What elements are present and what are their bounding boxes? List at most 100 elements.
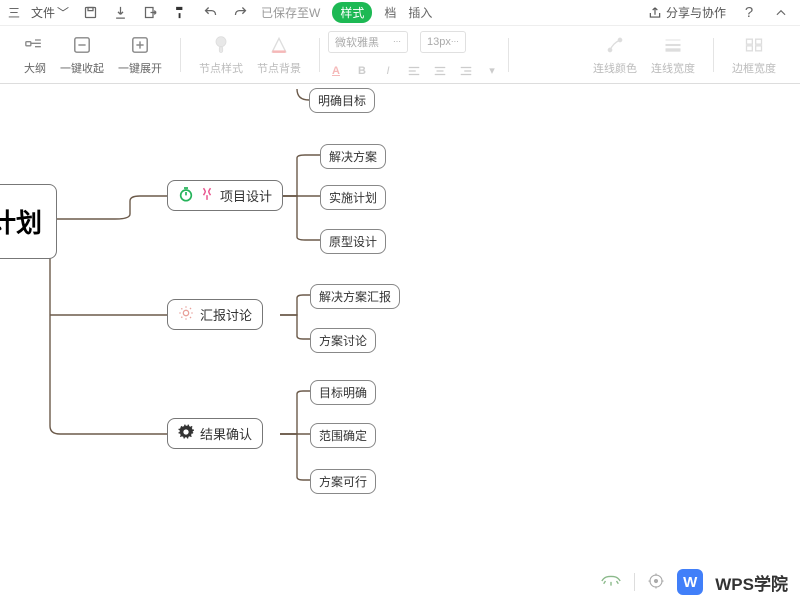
child-node[interactable]: 目标明确 [310, 380, 376, 405]
eye-icon[interactable] [600, 574, 622, 591]
branch-node[interactable]: 项目设计 [167, 180, 283, 211]
outline-group: 大纲 一键收起 一键展开 [14, 34, 172, 76]
node-style-group: 节点样式 节点背景 [189, 34, 311, 76]
italic-button[interactable]: I [380, 63, 396, 79]
divider [180, 38, 181, 72]
redo-icon[interactable] [231, 4, 249, 22]
share-label: 分享与协作 [666, 4, 726, 21]
line-width-label: 连线宽度 [651, 60, 695, 76]
undo-icon[interactable] [201, 4, 219, 22]
branch-node[interactable]: 结果确认 [167, 418, 263, 449]
align-right-button[interactable] [458, 63, 474, 79]
child-label: 明确目标 [318, 92, 366, 109]
font-name: 微软雅黑 [335, 34, 379, 50]
chevron-down-icon: ⋯ [451, 37, 459, 46]
menu-right: 分享与协作 ? [648, 4, 790, 22]
outline-icon [25, 34, 45, 56]
child-node[interactable]: 方案讨论 [310, 328, 376, 353]
child-label: 实施计划 [329, 189, 377, 206]
hamburger-icon[interactable]: 三 [8, 4, 19, 21]
child-label: 原型设计 [329, 233, 377, 250]
tab-style[interactable]: 样式 [332, 2, 372, 23]
footer: W WPS学院 [588, 564, 800, 600]
share-button[interactable]: 分享与协作 [648, 4, 726, 21]
border-width-icon [744, 34, 764, 56]
child-label: 范围确定 [319, 427, 367, 444]
child-node[interactable]: 范围确定 [310, 423, 376, 448]
branch-label: 汇报讨论 [200, 305, 252, 324]
menu-left: 三 文件 ﹀ 已保存至W 样式 档 插入 [8, 2, 432, 23]
font-color-button[interactable]: A [328, 63, 344, 79]
help-icon[interactable]: ? [740, 4, 758, 22]
child-label: 解决方案 [329, 148, 377, 165]
text-style-group: 微软雅黑 ⋯ 13px ⋯ A B I ▾ [328, 31, 500, 79]
collapse-all-button[interactable]: 一键收起 [60, 34, 104, 76]
expand-icon [131, 34, 149, 56]
connector-lines [0, 84, 800, 600]
save-status: 已保存至W [261, 4, 320, 21]
child-node[interactable]: 原型设计 [320, 229, 386, 254]
divider [508, 38, 509, 72]
bold-button[interactable]: B [354, 63, 370, 79]
branch-node[interactable]: 汇报讨论 [167, 299, 263, 330]
line-group: 连线颜色 连线宽度 [583, 34, 705, 76]
node-style-icon [211, 34, 231, 56]
line-color-label: 连线颜色 [593, 60, 637, 76]
collapse-icon [73, 34, 91, 56]
node-bg-label: 节点背景 [257, 60, 301, 76]
outline-button[interactable]: 大纲 [24, 34, 46, 76]
root-label: 计划 [0, 203, 42, 240]
node-bg-icon [269, 34, 289, 56]
wps-logo[interactable]: W [677, 569, 703, 595]
collapse-label: 一键收起 [60, 60, 104, 76]
file-menu[interactable]: 文件 ﹀ [31, 4, 69, 21]
root-node[interactable]: 计划 [0, 184, 57, 259]
child-node[interactable]: 明确目标 [309, 88, 375, 113]
node-bg-button[interactable]: 节点背景 [257, 34, 301, 76]
brand-text: WPS学院 [715, 570, 788, 595]
save-icon[interactable] [81, 4, 99, 22]
branch-label: 项目设计 [220, 186, 272, 205]
target-icon[interactable] [647, 572, 665, 593]
collapse-up-icon[interactable] [772, 4, 790, 22]
drop-icon [200, 186, 214, 205]
child-label: 解决方案汇报 [319, 288, 391, 305]
timer-icon [178, 186, 194, 205]
line-color-icon [605, 34, 625, 56]
line-color-button[interactable]: 连线颜色 [593, 34, 637, 76]
chevron-down-icon: ⋯ [393, 37, 401, 46]
font-size: 13px [427, 36, 451, 48]
font-select[interactable]: 微软雅黑 ⋯ [328, 31, 408, 53]
mindmap-canvas[interactable]: 计划 明确目标 项目设计 解决方案 实施计划 原型设计 汇报讨论 解决方案汇报 … [0, 84, 800, 600]
line-width-icon [663, 34, 683, 56]
child-node[interactable]: 解决方案 [320, 144, 386, 169]
bulb-icon [178, 305, 194, 324]
node-style-label: 节点样式 [199, 60, 243, 76]
child-node[interactable]: 方案可行 [310, 469, 376, 494]
node-style-button[interactable]: 节点样式 [199, 34, 243, 76]
menubar: 三 文件 ﹀ 已保存至W 样式 档 插入 分享与协作 [0, 0, 800, 26]
tab-insert[interactable]: 插入 [408, 4, 432, 21]
branch-label: 结果确认 [200, 424, 252, 443]
size-select[interactable]: 13px ⋯ [420, 31, 466, 53]
divider [713, 38, 714, 72]
border-group: 边框宽度 [722, 34, 786, 76]
child-node[interactable]: 解决方案汇报 [310, 284, 400, 309]
format-painter-icon[interactable] [171, 4, 189, 22]
gear-icon [178, 424, 194, 443]
file-label: 文件 [31, 4, 55, 21]
divider [634, 573, 635, 591]
text-dropdown[interactable]: ▾ [484, 63, 500, 79]
align-center-button[interactable] [432, 63, 448, 79]
format-row: A B I ▾ [328, 63, 500, 79]
expand-all-button[interactable]: 一键展开 [118, 34, 162, 76]
border-width-button[interactable]: 边框宽度 [732, 34, 776, 76]
outline-label: 大纲 [24, 60, 46, 76]
export-icon[interactable] [141, 4, 159, 22]
child-label: 方案讨论 [319, 332, 367, 349]
tab-doc[interactable]: 档 [384, 4, 396, 21]
line-width-button[interactable]: 连线宽度 [651, 34, 695, 76]
download-icon[interactable] [111, 4, 129, 22]
child-node[interactable]: 实施计划 [320, 185, 386, 210]
align-left-button[interactable] [406, 63, 422, 79]
